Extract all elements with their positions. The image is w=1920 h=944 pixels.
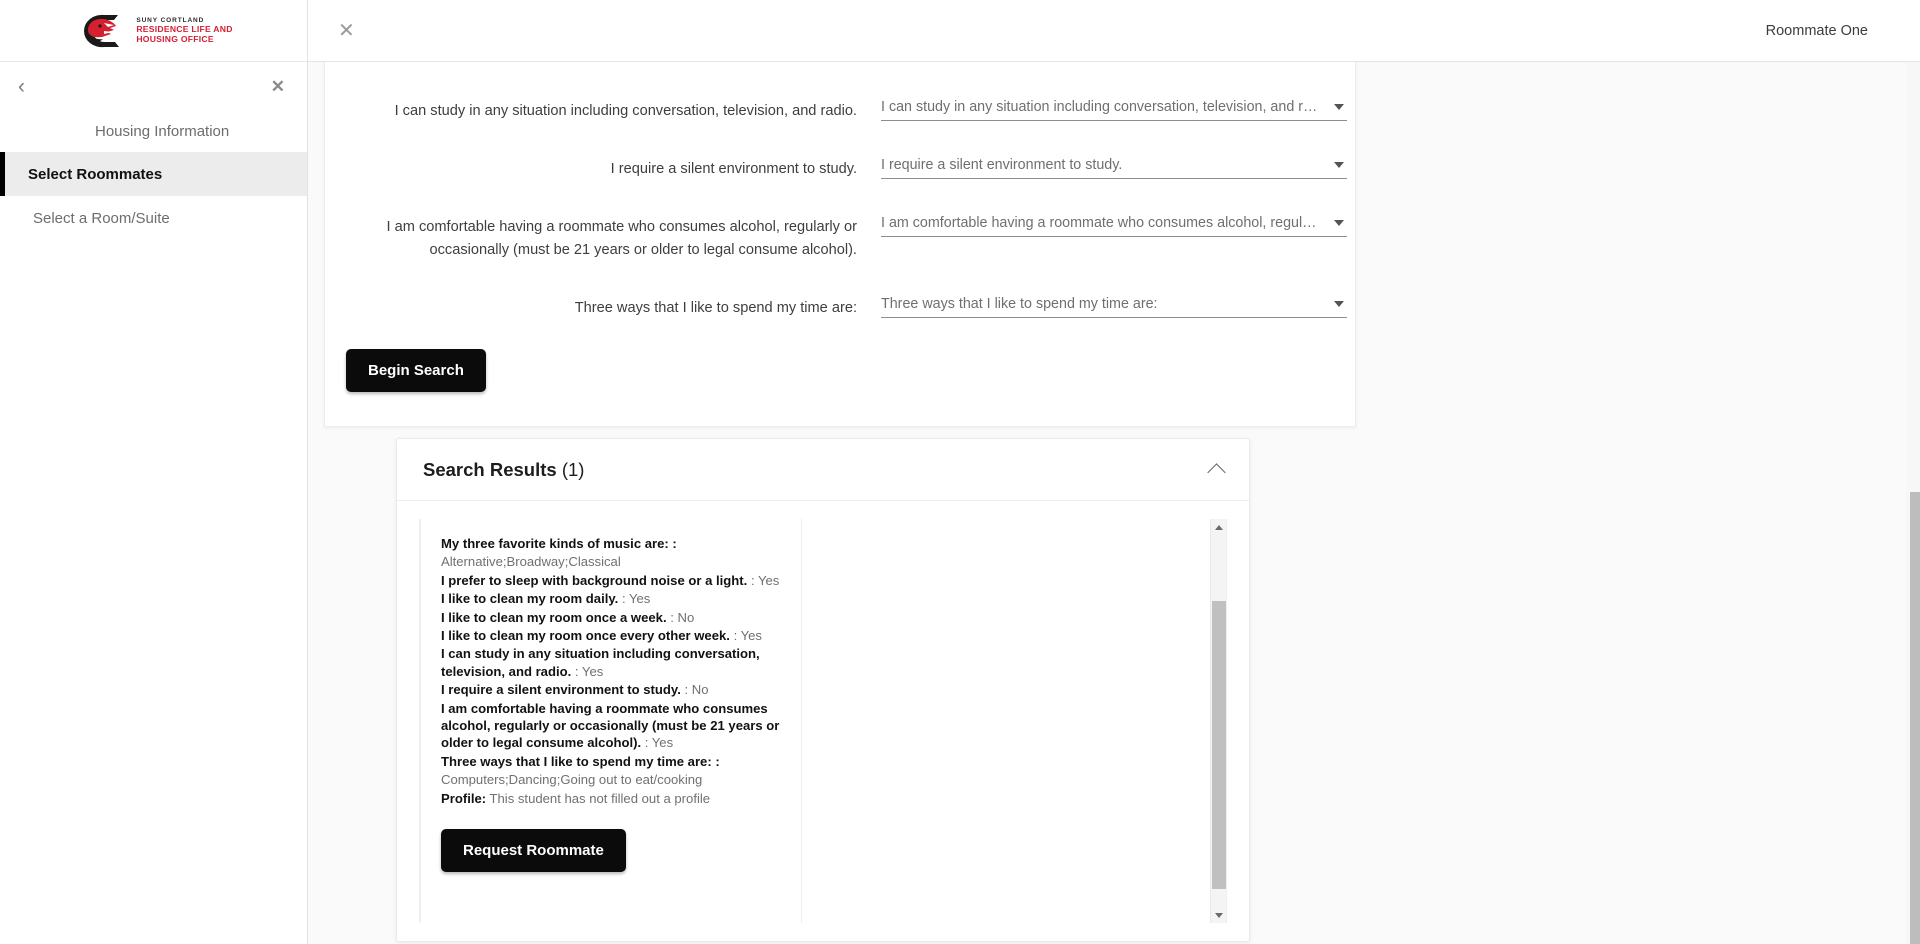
search-results-card: Search Results (1) My three favorite kin… bbox=[396, 438, 1250, 942]
result-field: I am comfortable having a roommate who c… bbox=[441, 700, 787, 752]
search-results-title-text: Search Results bbox=[423, 458, 557, 480]
chevron-down-icon[interactable] bbox=[1334, 220, 1344, 227]
brand-line-2: RESIDENCE LIFE AND bbox=[136, 24, 233, 35]
result-field-label: I am comfortable having a roommate who c… bbox=[441, 700, 780, 751]
question-row-spend-my-time: Three ways that I like to spend my time … bbox=[325, 291, 1355, 319]
begin-search-row: Begin Search bbox=[325, 348, 1355, 392]
result-field: I like to clean my room once every other… bbox=[441, 627, 787, 644]
question-row-alcohol: I am comfortable having a roommate who c… bbox=[325, 210, 1355, 260]
result-field-value: This student has not filled out a profil… bbox=[489, 790, 711, 806]
result-field: Profile: This student has not filled out… bbox=[441, 790, 787, 807]
sidebar: SUNY CORTLAND RESIDENCE LIFE AND HOUSING… bbox=[0, 0, 308, 944]
sidebar-nav-controls: ‹ ✕ bbox=[0, 62, 307, 110]
result-field-value: : Yes bbox=[574, 663, 604, 679]
select-study-any-situation[interactable]: I can study in any situation including c… bbox=[881, 94, 1347, 121]
result-field-label: I require a silent environment to study. bbox=[441, 682, 681, 698]
question-label: Three ways that I like to spend my time … bbox=[574, 299, 857, 316]
brand-line-3: HOUSING OFFICE bbox=[136, 34, 214, 45]
close-icon[interactable]: ✕ bbox=[328, 15, 365, 47]
result-field: I like to clean my room daily. : Yes bbox=[441, 590, 787, 607]
result-field: I prefer to sleep with background noise … bbox=[441, 572, 787, 589]
result-field-label: I like to clean my room once a week. bbox=[441, 609, 667, 625]
brand-line-1: SUNY CORTLAND bbox=[136, 16, 205, 24]
search-results-title: Search Results (1) bbox=[423, 459, 584, 481]
sidebar-item-select-a-room-suite[interactable]: Select a Room/Suite bbox=[0, 196, 307, 240]
chevron-down-icon[interactable] bbox=[1334, 300, 1344, 307]
select-silent-environment[interactable]: I require a silent environment to study. bbox=[881, 152, 1347, 180]
result-field-value: Alternative;Broadway;Classical bbox=[441, 554, 621, 570]
question-label: I require a silent environment to study. bbox=[610, 161, 857, 178]
current-user-label: Roommate One bbox=[1765, 22, 1868, 39]
request-roommate-row: Request Roommate bbox=[441, 829, 787, 873]
brand-logo-text: SUNY CORTLAND RESIDENCE LIFE AND HOUSING… bbox=[136, 17, 232, 45]
triangle-up-icon[interactable] bbox=[1211, 519, 1226, 535]
select-value: I require a silent environment to study. bbox=[881, 157, 1123, 174]
search-results-count: (1) bbox=[561, 458, 585, 480]
question-label: I can study in any situation including c… bbox=[394, 103, 857, 119]
request-roommate-button[interactable]: Request Roommate bbox=[441, 829, 626, 873]
sidebar-item-select-roommates[interactable]: Select Roommates bbox=[0, 152, 307, 196]
top-bar: ✕ Roommate One bbox=[308, 0, 1920, 62]
result-field-label: Three ways that I like to spend my time … bbox=[441, 753, 720, 769]
question-row-silent-environment: I require a silent environment to study.… bbox=[325, 152, 1355, 180]
sidebar-item-label: Housing Information bbox=[95, 122, 230, 140]
question-field: I require a silent environment to study. bbox=[865, 152, 1347, 180]
result-field-label: My three favorite kinds of music are: : bbox=[441, 536, 677, 551]
search-results-body: My three favorite kinds of music are: : … bbox=[397, 501, 1249, 941]
result-scroll-region: My three favorite kinds of music are: : … bbox=[419, 519, 1227, 923]
select-spend-my-time[interactable]: Three ways that I like to spend my time … bbox=[881, 291, 1347, 318]
result-field-value: : Yes bbox=[733, 628, 762, 644]
close-icon[interactable]: ✕ bbox=[271, 78, 285, 95]
select-value: Three ways that I like to spend my time … bbox=[881, 295, 1158, 312]
page-scrollbar[interactable] bbox=[1906, 62, 1920, 944]
question-field: I can study in any situation including c… bbox=[865, 94, 1347, 121]
question-row-study-any-situation: I can study in any situation including c… bbox=[325, 94, 1355, 122]
chevron-down-icon[interactable] bbox=[1334, 162, 1344, 169]
result-field-value: : Yes bbox=[644, 735, 674, 751]
result-field-value: : Yes bbox=[750, 572, 780, 588]
result-field-label: I like to clean my room once every other… bbox=[441, 628, 730, 644]
result-field: I like to clean my room once a week. : N… bbox=[441, 609, 787, 626]
chevron-up-icon[interactable] bbox=[1207, 462, 1226, 482]
search-results-header[interactable]: Search Results (1) bbox=[397, 439, 1249, 501]
sidebar-item-label: Select a Room/Suite bbox=[33, 209, 170, 227]
page-scrollbar-thumb[interactable] bbox=[1910, 492, 1920, 944]
result-field: My three favorite kinds of music are: : bbox=[441, 535, 787, 552]
scrollbar-thumb[interactable] bbox=[1212, 601, 1226, 889]
triangle-down-icon[interactable] bbox=[1211, 907, 1226, 923]
suny-cortland-dragon-logo-icon bbox=[84, 14, 120, 47]
result-field-value: : No bbox=[670, 609, 695, 625]
result-field: Three ways that I like to spend my time … bbox=[441, 753, 787, 770]
sidebar-item-housing-information[interactable]: Housing Information bbox=[0, 110, 307, 152]
question-label: I am comfortable having a roommate who c… bbox=[386, 219, 857, 258]
roommate-search-form: I can study in any situation including c… bbox=[324, 62, 1356, 427]
result-field: I require a silent environment to study.… bbox=[441, 681, 787, 698]
select-alcohol[interactable]: I am comfortable having a roommate who c… bbox=[881, 210, 1347, 238]
main-content: I can study in any situation including c… bbox=[308, 62, 1920, 944]
result-field-value: : Yes bbox=[621, 591, 651, 607]
chevron-down-icon[interactable] bbox=[1334, 104, 1344, 110]
result-field-label: I prefer to sleep with background noise … bbox=[441, 572, 748, 588]
question-field: I am comfortable having a roommate who c… bbox=[865, 210, 1347, 238]
result-field-value: : No bbox=[684, 682, 709, 698]
result-field-label: Profile: bbox=[441, 790, 487, 806]
roommate-result-item: My three favorite kinds of music are: : … bbox=[420, 519, 802, 923]
chevron-left-icon[interactable]: ‹ bbox=[10, 72, 33, 101]
result-field-value: Computers;Dancing;Going out to eat/cooki… bbox=[441, 772, 703, 788]
sidebar-logo-area: SUNY CORTLAND RESIDENCE LIFE AND HOUSING… bbox=[0, 0, 307, 62]
sidebar-item-label: Select Roommates bbox=[28, 165, 163, 183]
brand-logo: SUNY CORTLAND RESIDENCE LIFE AND HOUSING… bbox=[74, 10, 232, 52]
select-value: I can study in any situation including c… bbox=[881, 99, 1323, 115]
select-value: I am comfortable having a roommate who c… bbox=[881, 215, 1323, 232]
result-field-label: I like to clean my room daily. bbox=[441, 591, 619, 607]
result-field: I can study in any situation including c… bbox=[441, 645, 787, 680]
result-list-scrollbar[interactable] bbox=[1210, 519, 1226, 923]
question-field: Three ways that I like to spend my time … bbox=[865, 291, 1347, 318]
begin-search-button[interactable]: Begin Search bbox=[346, 348, 486, 392]
